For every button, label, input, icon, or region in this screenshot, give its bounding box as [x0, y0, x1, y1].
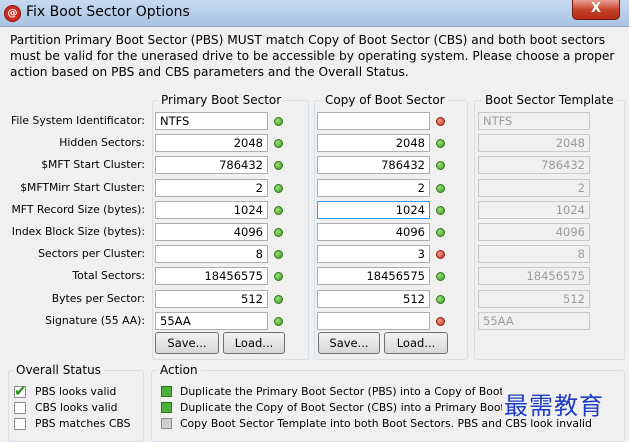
field-2-pbs-status-green-icon [274, 161, 283, 170]
field-8-label: Bytes per Sector: [51, 292, 145, 305]
field-0-cbs-input[interactable] [317, 112, 430, 130]
field-5-cbs-input[interactable]: 4096 [317, 223, 430, 241]
field-3-cbs-input[interactable]: 2 [317, 179, 430, 197]
action-option-0[interactable]: Duplicate the Primary Boot Sector (PBS) … [180, 385, 502, 399]
field-7-cbs-status-green-icon [436, 272, 445, 281]
cbs-group-title: Copy of Boot Sector [322, 92, 448, 108]
field-1-cbs-input[interactable]: 2048 [317, 134, 430, 152]
field-1-pbs-status-green-icon [274, 139, 283, 148]
field-0-cbs-status-red-icon [436, 117, 445, 126]
pbs-load-button[interactable]: Load... [223, 332, 285, 354]
field-8-cbs-input[interactable]: 512 [317, 290, 430, 308]
status-label-2: PBS matches CBS [35, 417, 131, 430]
field-2-label: $MFT Start Cluster: [41, 158, 145, 171]
field-4-label: MFT Record Size (bytes): [11, 203, 145, 216]
field-2-pbs-input[interactable]: 786432 [155, 156, 268, 174]
field-8-pbs-input[interactable]: 512 [155, 290, 268, 308]
field-2-template-input: 786432 [478, 156, 590, 174]
field-9-template-input: 55AA [478, 312, 590, 330]
field-4-pbs-status-green-icon [274, 206, 283, 215]
field-4-cbs-input[interactable]: 1024 [317, 201, 430, 219]
field-0-pbs-input[interactable]: NTFS [155, 112, 268, 130]
window-title: Fix Boot Sector Options [26, 4, 190, 20]
close-button[interactable]: X [572, 0, 620, 20]
field-5-cbs-status-green-icon [436, 228, 445, 237]
template-group-title: Boot Sector Template [482, 92, 617, 108]
field-7-label: Total Sectors: [72, 269, 145, 282]
action-option-1[interactable]: Duplicate the Copy of Boot Sector (CBS) … [180, 401, 502, 415]
field-6-pbs-input[interactable]: 8 [155, 245, 268, 263]
field-5-label: Index Block Size (bytes): [11, 225, 145, 238]
field-3-label: $MFTMirr Start Cluster: [20, 181, 145, 194]
field-7-cbs-input[interactable]: 18456575 [317, 267, 430, 285]
field-0-template-input: NTFS [478, 112, 590, 130]
field-8-pbs-status-green-icon [274, 295, 283, 304]
field-4-template-input: 1024 [478, 201, 590, 219]
field-8-template-input: 512 [478, 290, 590, 308]
cbs-save-button[interactable]: Save... [318, 332, 380, 354]
field-1-label: Hidden Sectors: [59, 136, 145, 149]
field-0-label: File System Identificator: [10, 114, 145, 127]
field-9-pbs-input[interactable]: 55AA [155, 312, 268, 330]
title-bar: @ Fix Boot Sector Options X [0, 0, 629, 27]
field-8-cbs-status-green-icon [436, 295, 445, 304]
field-9-cbs-input[interactable] [317, 312, 430, 330]
watermark-text: 最需教育 [504, 392, 604, 420]
pbs-save-button[interactable]: Save... [155, 332, 219, 354]
field-4-pbs-input[interactable]: 1024 [155, 201, 268, 219]
status-checkbox-1 [14, 402, 26, 414]
field-3-cbs-status-green-icon [436, 184, 445, 193]
field-1-cbs-status-green-icon [436, 139, 445, 148]
status-label-0: PBS looks valid [35, 385, 117, 398]
cbs-load-button[interactable]: Load... [384, 332, 448, 354]
field-6-cbs-input[interactable]: 3 [317, 245, 430, 263]
field-1-template-input: 2048 [478, 134, 590, 152]
field-3-pbs-input[interactable]: 2 [155, 179, 268, 197]
field-7-pbs-input[interactable]: 18456575 [155, 267, 268, 285]
field-4-cbs-status-green-icon [436, 206, 445, 215]
field-9-cbs-status-red-icon [436, 317, 445, 326]
status-checkbox-0: ✔ [14, 382, 27, 400]
field-7-template-input: 18456575 [478, 267, 590, 285]
field-1-pbs-input[interactable]: 2048 [155, 134, 268, 152]
field-3-template-input: 2 [478, 179, 590, 197]
status-checkbox-2 [14, 418, 26, 430]
field-7-pbs-status-green-icon [274, 272, 283, 281]
field-6-cbs-status-red-icon [436, 250, 445, 259]
field-5-pbs-status-green-icon [274, 228, 283, 237]
field-6-label: Sectors per Cluster: [38, 247, 145, 260]
field-6-pbs-status-green-icon [274, 250, 283, 259]
action-1-indicator-icon [161, 402, 172, 413]
field-9-pbs-status-green-icon [274, 317, 283, 326]
app-icon: @ [4, 5, 21, 22]
description-text: Partition Primary Boot Sector (PBS) MUST… [10, 33, 615, 79]
field-6-template-input: 8 [478, 245, 590, 263]
pbs-group-title: Primary Boot Sector [158, 92, 285, 108]
field-3-pbs-status-green-icon [274, 184, 283, 193]
overall-status-title: Overall Status [13, 362, 104, 378]
field-2-cbs-input[interactable]: 786432 [317, 156, 430, 174]
action-title: Action [157, 362, 201, 378]
checkmark-icon: ✔ [14, 382, 27, 400]
action-0-indicator-icon [161, 386, 172, 397]
field-5-template-input: 4096 [478, 223, 590, 241]
status-label-1: CBS looks valid [35, 401, 118, 414]
field-9-label: Signature (55 AA): [45, 314, 145, 327]
field-5-pbs-input[interactable]: 4096 [155, 223, 268, 241]
field-0-pbs-status-green-icon [274, 117, 283, 126]
field-2-cbs-status-green-icon [436, 161, 445, 170]
action-2-indicator-icon [161, 418, 172, 429]
